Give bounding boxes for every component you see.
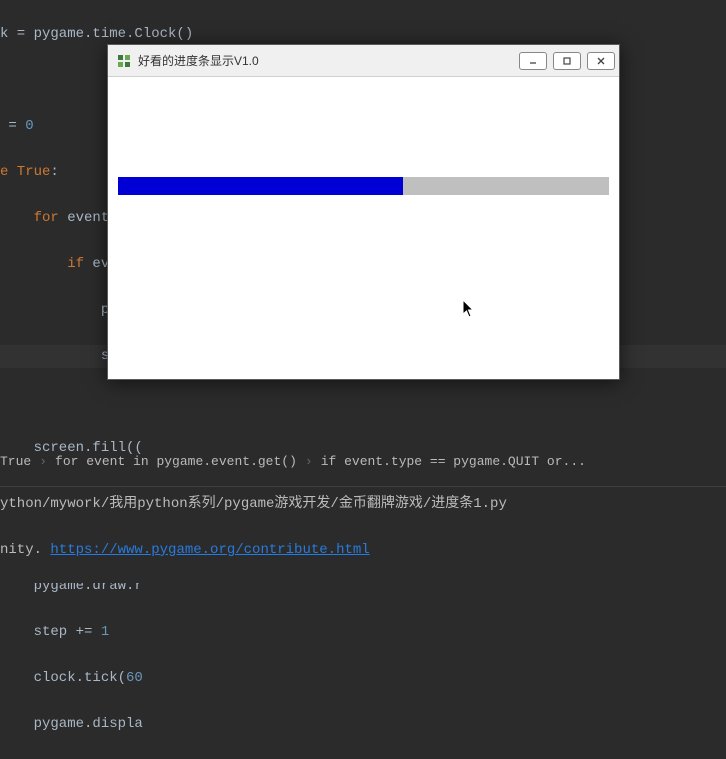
code-num: 60 xyxy=(126,670,143,686)
code-op: : xyxy=(50,164,58,180)
mouse-cursor-icon xyxy=(462,299,476,319)
code-line: = xyxy=(0,118,25,134)
code-line: pygame.displa xyxy=(0,716,143,732)
pygame-window[interactable]: 好看的进度条显示V1.0 xyxy=(107,44,620,380)
code-line: k = pygame.time.Clock() xyxy=(0,26,193,42)
minimize-button[interactable] xyxy=(519,52,547,70)
console-text: nity. xyxy=(0,542,50,558)
breadcrumb: True › for event in pygame.event.get() ›… xyxy=(0,448,726,474)
code-kw: for xyxy=(34,210,59,226)
code-kw: if xyxy=(67,256,84,272)
close-button[interactable] xyxy=(587,52,615,70)
maximize-button[interactable] xyxy=(553,52,581,70)
app-icon xyxy=(116,53,132,69)
console-panel: ython/mywork/我用python系列/pygame游戏开发/金币翻牌游… xyxy=(0,486,726,583)
breadcrumb-item[interactable]: for event in pygame.event.get() xyxy=(55,454,297,469)
console-line: nity. https://www.pygame.org/contribute.… xyxy=(0,539,726,562)
console-line: ython/mywork/我用python系列/pygame游戏开发/金币翻牌游… xyxy=(0,493,726,516)
window-titlebar[interactable]: 好看的进度条显示V1.0 xyxy=(108,45,619,77)
contribute-link[interactable]: https://www.pygame.org/contribute.html xyxy=(50,542,369,558)
code-num: 0 xyxy=(25,118,33,134)
chevron-right-icon: › xyxy=(305,454,313,469)
breadcrumb-item[interactable]: True xyxy=(0,454,31,469)
code-ident: clock.tick( xyxy=(0,670,126,686)
progress-fill xyxy=(118,177,403,195)
code-num: 1 xyxy=(101,624,109,640)
code-kw: e True xyxy=(0,164,50,180)
window-body xyxy=(108,77,619,379)
code-ident: step += xyxy=(0,624,101,640)
window-title: 好看的进度条显示V1.0 xyxy=(138,52,519,69)
chevron-right-icon: › xyxy=(39,454,47,469)
breadcrumb-item[interactable]: if event.type == pygame.QUIT or... xyxy=(321,454,586,469)
